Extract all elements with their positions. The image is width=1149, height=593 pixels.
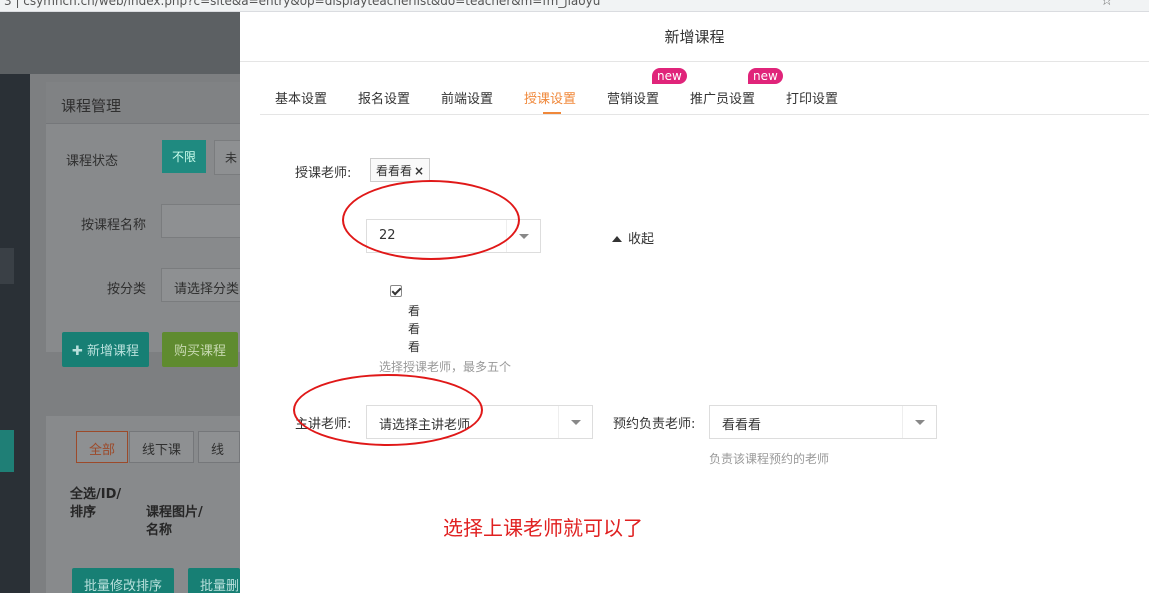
tab-frontend[interactable]: 前端设置 [441, 88, 493, 107]
tab-print[interactable]: 打印设置 [786, 88, 838, 107]
booking-teacher-label: 预约负责老师: [613, 417, 696, 432]
tab-promoter[interactable]: 推广员设置 [690, 88, 755, 107]
teacher-option-checkbox[interactable] [390, 285, 402, 297]
booking-help-text: 负责该课程预约的老师 [709, 452, 830, 466]
browser-url-bar[interactable]: 3 | csymnch.cn/web/index.php?c=site&a=en… [0, 0, 1149, 12]
close-icon[interactable]: × [414, 164, 424, 178]
bg-filter-panel: 课程管理 课程状态 不限 未 按课程名称 按分类 请选择分类 ✚ 新增课程 购买… [46, 82, 244, 367]
settings-tabs: 基本设置 报名设置 前端设置 授课设置 营销设置 new 推广员设置 new 打… [260, 62, 1149, 115]
bg-list-tab-online: 线上 [198, 431, 240, 463]
booking-teacher-value: 看看看 [722, 418, 762, 433]
background-app: 课程管理 课程状态 不限 未 按课程名称 按分类 请选择分类 ✚ 新增课程 购买… [0, 12, 244, 593]
modal-header: 新增课程 [240, 12, 1149, 62]
bg-add-course-button: ✚ 新增课程 [62, 332, 150, 367]
bg-col-select: 全选/ID/排序 [70, 487, 122, 520]
caret-up-icon [612, 236, 622, 242]
modal-title: 新增课程 [664, 28, 725, 46]
chevron-down-icon[interactable] [902, 406, 936, 438]
tab-enroll[interactable]: 报名设置 [358, 88, 410, 107]
new-badge: new [652, 68, 687, 84]
new-badge: new [748, 68, 783, 84]
bg-name-input [161, 204, 241, 238]
bg-category-label: 按分类 [106, 282, 146, 297]
tab-basic[interactable]: 基本设置 [275, 88, 327, 107]
bg-col-image: 课程图片/名称 [146, 505, 203, 538]
bg-list-panel: 全部 线下课 线上 全选/ID/排序 课程图片/名称 批量修改排序 批量删 [46, 416, 240, 593]
teacher-tag: 看看看 × [370, 158, 431, 182]
add-course-modal: 新增课程 基本设置 报名设置 前端设置 授课设置 营销设置 new 推广员设置 … [240, 12, 1149, 593]
annotation-ellipse [342, 180, 520, 260]
annotation-text: 选择上课老师就可以了 [443, 516, 643, 540]
teacher-label: 授课老师: [295, 166, 352, 181]
teacher-help-text: 选择授课老师，最多五个 [379, 360, 512, 374]
url-text: 3 | csymnch.cn/web/index.php?c=site&a=en… [4, 0, 601, 8]
bg-category-select: 请选择分类 [161, 268, 241, 302]
tab-teaching[interactable]: 授课设置 [524, 88, 576, 107]
bg-batch-sort-button: 批量修改排序 [72, 568, 175, 593]
collapse-toggle[interactable]: 收起 [612, 228, 654, 247]
tab-marketing[interactable]: 营销设置 [607, 88, 659, 107]
bg-sidebar-item [0, 248, 14, 284]
star-icon[interactable]: ☆ [1100, 0, 1113, 9]
bg-name-label: 按课程名称 [80, 218, 146, 233]
bg-page-title: 课程管理 [61, 97, 122, 115]
bg-sidebar-item-active [0, 430, 14, 472]
booking-teacher-select[interactable]: 看看看 [709, 405, 937, 439]
bg-panel-header: 课程管理 [46, 82, 240, 124]
chevron-down-icon[interactable] [558, 406, 592, 438]
bg-batch-delete-button: 批量删 [188, 568, 240, 593]
bg-list-tab-offline: 线下课 [129, 431, 195, 463]
active-tab-underline [543, 112, 561, 114]
annotation-ellipse [293, 374, 483, 446]
bg-status-label: 课程状态 [65, 154, 118, 169]
bg-list-tab-all: 全部 [76, 431, 129, 463]
bg-top-bar [0, 12, 240, 74]
bg-status-all: 不限 [162, 140, 207, 173]
teacher-option-name: 看看看 [408, 304, 421, 354]
teacher-tag-text: 看看看 [376, 164, 413, 178]
bg-buy-course-button: 购买课程 [162, 332, 239, 367]
